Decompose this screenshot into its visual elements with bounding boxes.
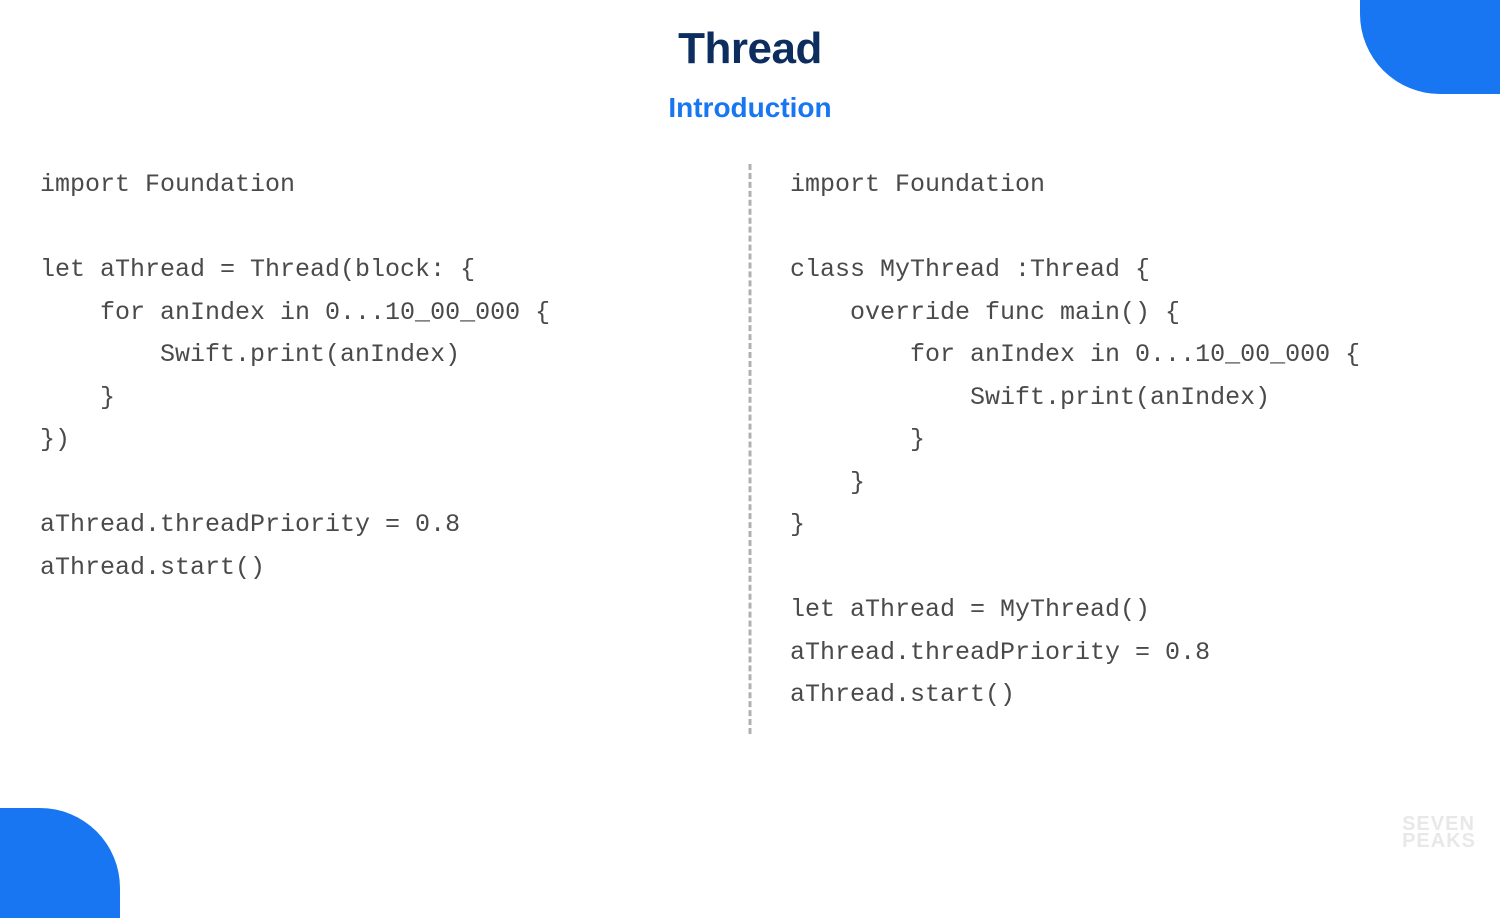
right-column: import Foundation class MyThread :Thread…	[750, 164, 1460, 717]
decorative-shape-bottom-left	[0, 808, 120, 918]
code-block-left: import Foundation let aThread = Thread(b…	[40, 164, 710, 589]
code-block-right: import Foundation class MyThread :Thread…	[790, 164, 1460, 717]
code-columns: import Foundation let aThread = Thread(b…	[0, 164, 1500, 717]
watermark-line2: PEAKS	[1402, 833, 1476, 850]
decorative-shape-top-right	[1360, 0, 1500, 94]
slide-title: Thread	[0, 24, 1500, 74]
vertical-divider	[749, 164, 752, 734]
watermark-logo: SEVEN PEAKS	[1402, 816, 1476, 850]
left-column: import Foundation let aThread = Thread(b…	[40, 164, 750, 717]
slide-subtitle: Introduction	[0, 92, 1500, 124]
